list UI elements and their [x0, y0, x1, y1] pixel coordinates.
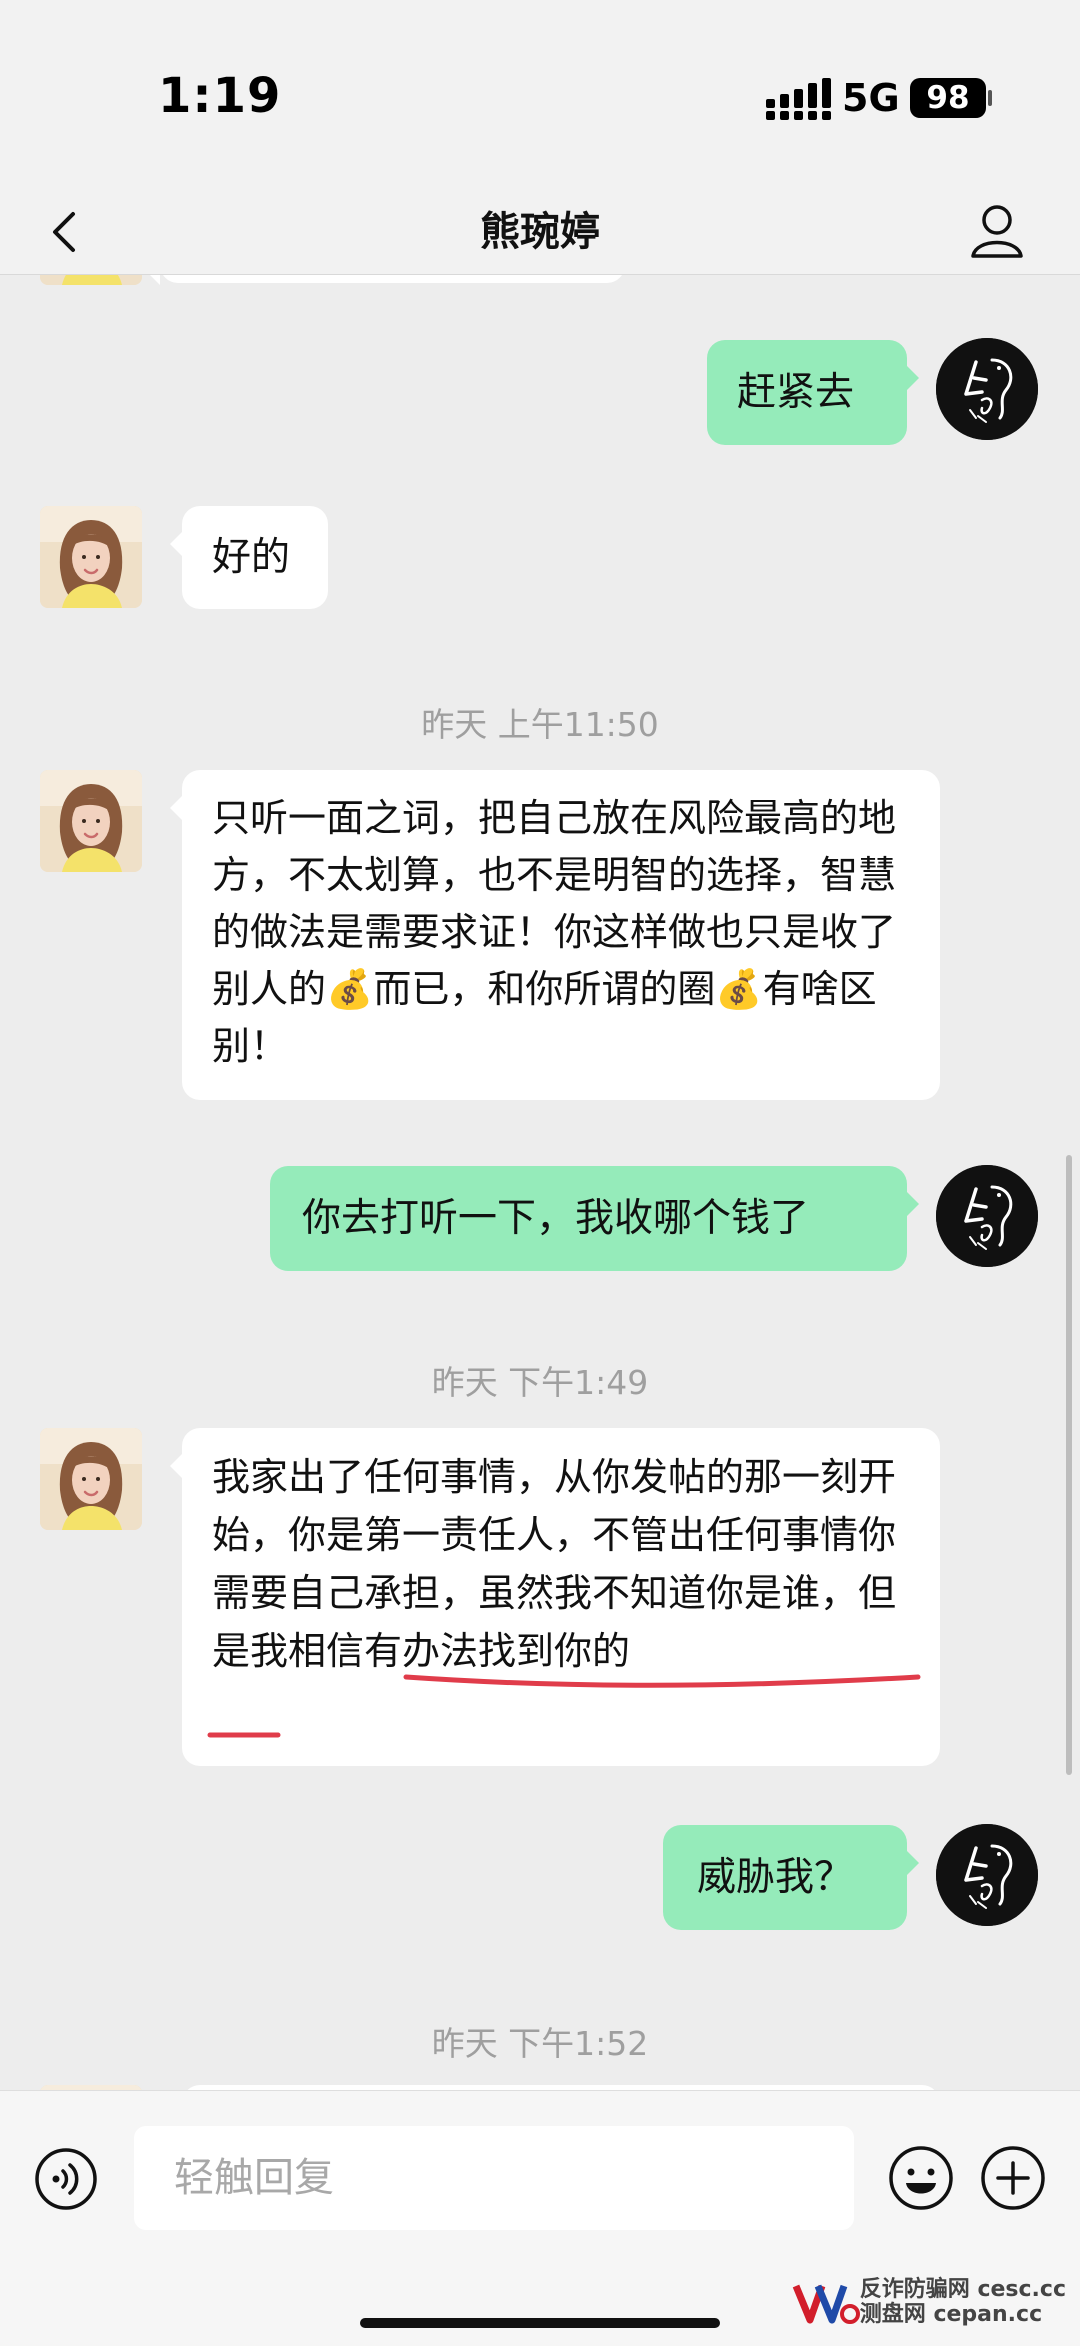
- partial-message-top: [148, 275, 625, 285]
- battery-indicator: 98: [910, 78, 986, 118]
- message-bubble[interactable]: 我家出了任何事情，从你发帖的那一刻开始，你是第一责任人，不管出任何事情你需要自己…: [170, 1428, 940, 1766]
- network-type: 5G: [842, 76, 900, 120]
- chevron-left-icon[interactable]: [36, 202, 96, 262]
- plus-icon[interactable]: [980, 2145, 1046, 2211]
- message-timestamp: 昨天 上午11:50: [421, 705, 659, 744]
- watermark-text: 反诈防骗网 cesc.cc 测盘网 cepan.cc: [860, 2277, 1066, 2327]
- my-avatar[interactable]: [936, 1824, 1038, 1926]
- scroll-indicator[interactable]: [1066, 1155, 1072, 1775]
- contact-avatar[interactable]: [40, 275, 142, 285]
- message-bubble[interactable]: 只听一面之词，把自己放在风险最高的地方，不太划算，也不是明智的选择，智慧的做法是…: [170, 770, 940, 1100]
- message-bubble[interactable]: 你去打听一下，我收哪个钱了: [270, 1166, 919, 1271]
- my-avatar[interactable]: [936, 1165, 1038, 1267]
- voice-icon[interactable]: [34, 2147, 98, 2211]
- battery-tip: [988, 90, 992, 106]
- contact-avatar[interactable]: [40, 1428, 142, 1530]
- status-bar: 1:19 5G 98: [0, 0, 1080, 190]
- contact-avatar[interactable]: [40, 506, 142, 608]
- message-bubble[interactable]: 威胁我？: [663, 1825, 919, 1930]
- message-timestamp: 昨天 下午1:49: [431, 1363, 649, 1402]
- chat-list[interactable]: 赶紧去 好的 昨天 上午11:50 只听一面之词，把自己放在风险最高的地方，不太…: [0, 275, 1080, 2090]
- signal-icon: [766, 78, 831, 120]
- watermark-line-2: 测盘网 cepan.cc: [859, 2302, 1043, 2327]
- message-bubble[interactable]: 好的: [170, 506, 328, 609]
- home-indicator[interactable]: [360, 2318, 720, 2328]
- contact-name: 熊琬婷: [480, 209, 600, 255]
- input-bar: 反诈防骗网 cesc.cc 测盘网 cepan.cc: [0, 2090, 1080, 2346]
- contact-avatar[interactable]: [40, 770, 142, 872]
- message-timestamp: 昨天 下午1:52: [431, 2024, 649, 2063]
- status-time: 1:19: [158, 68, 282, 124]
- watermark-logo: [792, 2284, 860, 2324]
- emoji-icon[interactable]: [888, 2145, 954, 2211]
- person-icon[interactable]: [966, 198, 1028, 264]
- watermark-line-1: 反诈防骗网 cesc.cc: [859, 2277, 1066, 2302]
- my-avatar[interactable]: [936, 338, 1038, 440]
- watermark: 反诈防骗网 cesc.cc 测盘网 cepan.cc: [792, 2272, 1066, 2332]
- chat-header: 熊琬婷: [0, 190, 1080, 275]
- reply-input[interactable]: [134, 2126, 854, 2230]
- message-bubble[interactable]: 赶紧去: [707, 340, 919, 445]
